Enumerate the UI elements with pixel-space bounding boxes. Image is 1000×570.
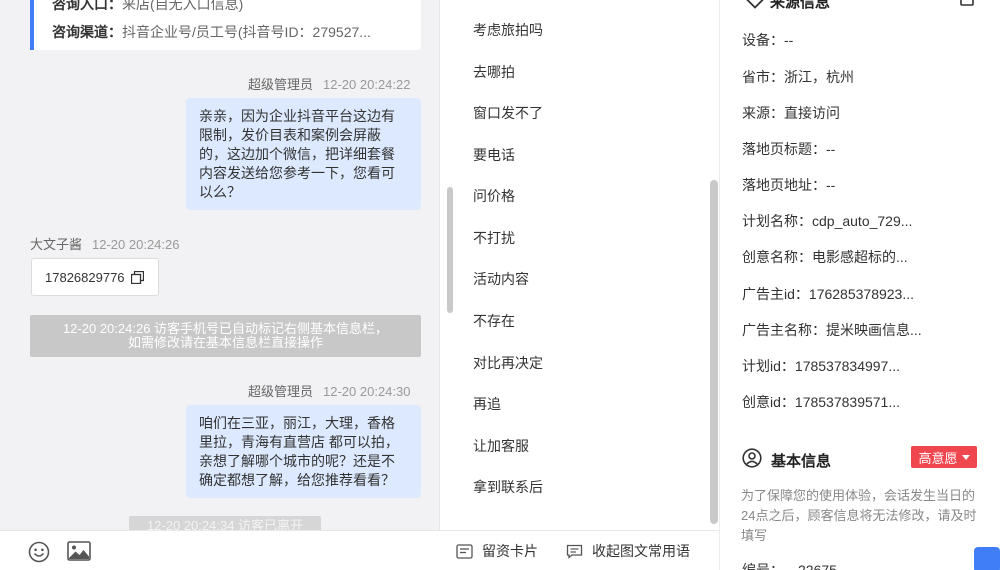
consult-channel-label: 咨询渠道： <box>52 24 122 40</box>
edit-icon[interactable] <box>960 0 974 6</box>
source-info-title: 来源信息 <box>770 0 831 11</box>
source-row-creative-name: 创意名称：电影感超标的... <box>742 247 908 267</box>
system-notice: 12-20 20:24:26 访客手机号已自动标记右侧基本信息栏， 如需修改请在… <box>30 315 421 357</box>
message-time: 12-20 20:24:30 <box>323 384 411 399</box>
consult-channel-line: 咨询渠道：抖音企业号/员工号(抖音号ID：279527... <box>52 22 371 42</box>
lead-card-label: 留资卡片 <box>482 543 538 559</box>
visitor-left-notice: 12-20 20:24:34 访客已离开 <box>129 516 321 530</box>
source-row-advertiser-id: 广告主id：176285378923... <box>742 284 914 304</box>
row-value: 178537834997... <box>794 358 901 374</box>
source-row-landing-url: 落地页地址：-- <box>742 175 835 195</box>
source-row-city: 省市：浙江，杭州 <box>742 67 854 87</box>
card-icon <box>456 543 473 559</box>
row-value: 22675 <box>798 562 837 570</box>
quick-replies-scrollbar-right[interactable] <box>710 180 718 524</box>
source-row-source: 来源：直接访问 <box>742 103 840 123</box>
source-row-creative-id: 创意id：178537839571... <box>742 392 900 412</box>
source-row-plan-id: 计划id：178537834997... <box>742 356 900 376</box>
customer-number-row: 编号： 22675 <box>742 560 837 570</box>
row-value: 浙江，杭州 <box>784 69 854 85</box>
consult-info-card: 咨询入口：来店(自无入口信息) 咨询渠道：抖音企业号/员工号(抖音号ID：279… <box>30 0 421 50</box>
row-label: 广告主id： <box>742 286 809 302</box>
quick-reply-item[interactable]: 对比再决定 <box>473 353 543 373</box>
system-notice-line: 如需修改请在基本信息栏直接操作 <box>127 335 323 350</box>
row-label: 来源： <box>742 105 784 121</box>
chat-history[interactable]: 咨询入口：来店(自无入口信息) 咨询渠道：抖音企业号/员工号(抖音号ID：279… <box>0 0 440 530</box>
row-value: -- <box>784 32 794 48</box>
chat-toolbar: 留资卡片 收起图文常用语 <box>0 530 720 570</box>
quick-reply-item[interactable]: 问价格 <box>473 186 515 206</box>
row-value: 直接访问 <box>784 105 840 121</box>
quick-replies-scrollbar[interactable] <box>447 187 453 313</box>
row-label: 计划id： <box>742 358 795 374</box>
visitor-phone-message[interactable]: 17826829776 <box>31 258 159 296</box>
row-label: 省市： <box>742 69 784 85</box>
agent-message-bubble[interactable]: 咱们在三亚，丽江，大理，香格里拉，青海有直营店 都可以拍，亲想了解哪个城市的呢？… <box>186 405 421 498</box>
basic-info-title: 基本信息 <box>771 453 832 470</box>
agent-message-bubble[interactable]: 亲亲，因为企业抖音平台这边有限制，发价目表和案例会屏蔽的，这边加个微信，把详细套… <box>186 98 421 210</box>
row-label: 广告主名称： <box>742 322 826 338</box>
quick-reply-item[interactable]: 再追 <box>473 394 501 414</box>
message-icon <box>566 544 583 559</box>
collapse-phrases-button[interactable]: 收起图文常用语 <box>566 531 690 570</box>
visitor-phone-text: 17826829776 <box>45 270 125 285</box>
quick-reply-item[interactable]: 让加客服 <box>473 436 529 456</box>
source-row-advertiser-name: 广告主名称：提米映画信息... <box>742 320 922 340</box>
consult-entry-line: 咨询入口：来店(自无入口信息) <box>52 0 243 14</box>
quick-reply-item[interactable]: 不存在 <box>473 311 515 331</box>
message-sender: 超级管理员 <box>248 77 314 92</box>
intent-level-select[interactable]: 高意愿 <box>911 446 977 468</box>
quick-reply-item[interactable]: 活动内容 <box>473 269 529 289</box>
system-notice-line: 12-20 20:24:26 访客手机号已自动标记右侧基本信息栏， <box>62 321 389 336</box>
consult-channel-value: 抖音企业号/员工号(抖音号ID：279527... <box>122 24 371 40</box>
source-row-plan-name: 计划名称：cdp_auto_729... <box>742 211 912 231</box>
row-value: 176285378923... <box>808 286 915 302</box>
row-value: 电影感超标的... <box>812 249 908 265</box>
edit-deadline-notice: 为了保障您的使用体验，会话发生当日的24点之后，顾客信息将无法修改，请及时填写 <box>741 488 977 543</box>
quick-reply-item[interactable]: 考虑旅拍吗 <box>473 20 543 40</box>
row-label: 设备： <box>742 32 784 48</box>
row-label: 创意名称： <box>742 249 812 265</box>
message-meta: 大文子酱 12-20 20:24:26 <box>30 234 179 253</box>
row-label: 编号： <box>742 562 784 570</box>
row-value: 提米映画信息... <box>826 322 922 338</box>
row-label: 落地页地址： <box>742 177 826 193</box>
quick-replies-panel: 考虑旅拍吗 去哪拍 窗口发不了 要电话 问价格 不打扰 活动内容 不存在 对比再… <box>441 0 719 530</box>
quick-reply-item[interactable]: 拿到联系后 <box>473 477 543 497</box>
message-meta: 超级管理员 12-20 20:24:22 <box>248 74 410 93</box>
collapse-phrases-label: 收起图文常用语 <box>592 543 690 559</box>
message-sender: 大文子酱 <box>30 237 83 252</box>
quick-reply-item[interactable]: 窗口发不了 <box>473 103 543 123</box>
lead-card-button[interactable]: 留资卡片 <box>456 531 538 570</box>
row-value: -- <box>826 141 836 157</box>
quick-reply-item[interactable]: 去哪拍 <box>473 62 515 82</box>
row-label: 创意id： <box>742 394 795 410</box>
floating-service-button[interactable] <box>974 547 1000 570</box>
location-icon <box>746 0 764 9</box>
image-icon[interactable] <box>67 541 91 561</box>
intent-level-value: 高意愿 <box>918 450 958 466</box>
row-value: cdp_auto_729... <box>812 213 913 229</box>
user-icon <box>742 448 762 468</box>
caret-down-icon <box>961 454 970 460</box>
customer-info-panel: 来源信息 设备：-- 省市：浙江，杭州 来源：直接访问 落地页标题：-- 落地页… <box>719 0 1000 570</box>
row-value: 178537839571... <box>794 394 901 410</box>
quick-reply-item[interactable]: 要电话 <box>473 145 515 165</box>
message-sender: 超级管理员 <box>248 384 314 399</box>
message-time: 12-20 20:24:26 <box>92 237 180 252</box>
source-row-device: 设备：-- <box>742 30 793 50</box>
quick-reply-item[interactable]: 不打扰 <box>473 228 515 248</box>
chat-panel: 咨询入口：来店(自无入口信息) 咨询渠道：抖音企业号/员工号(抖音号ID：279… <box>0 0 440 570</box>
emoji-icon[interactable] <box>28 541 50 563</box>
message-time: 12-20 20:24:22 <box>323 77 411 92</box>
consult-entry-label: 咨询入口： <box>52 0 122 12</box>
copy-icon[interactable] <box>131 271 144 284</box>
row-label: 计划名称： <box>742 213 812 229</box>
source-row-landing-title: 落地页标题：-- <box>742 139 835 159</box>
row-label: 落地页标题： <box>742 141 826 157</box>
consult-entry-value: 来店(自无入口信息) <box>122 0 244 12</box>
row-value: -- <box>826 177 836 193</box>
message-meta: 超级管理员 12-20 20:24:30 <box>248 381 410 400</box>
